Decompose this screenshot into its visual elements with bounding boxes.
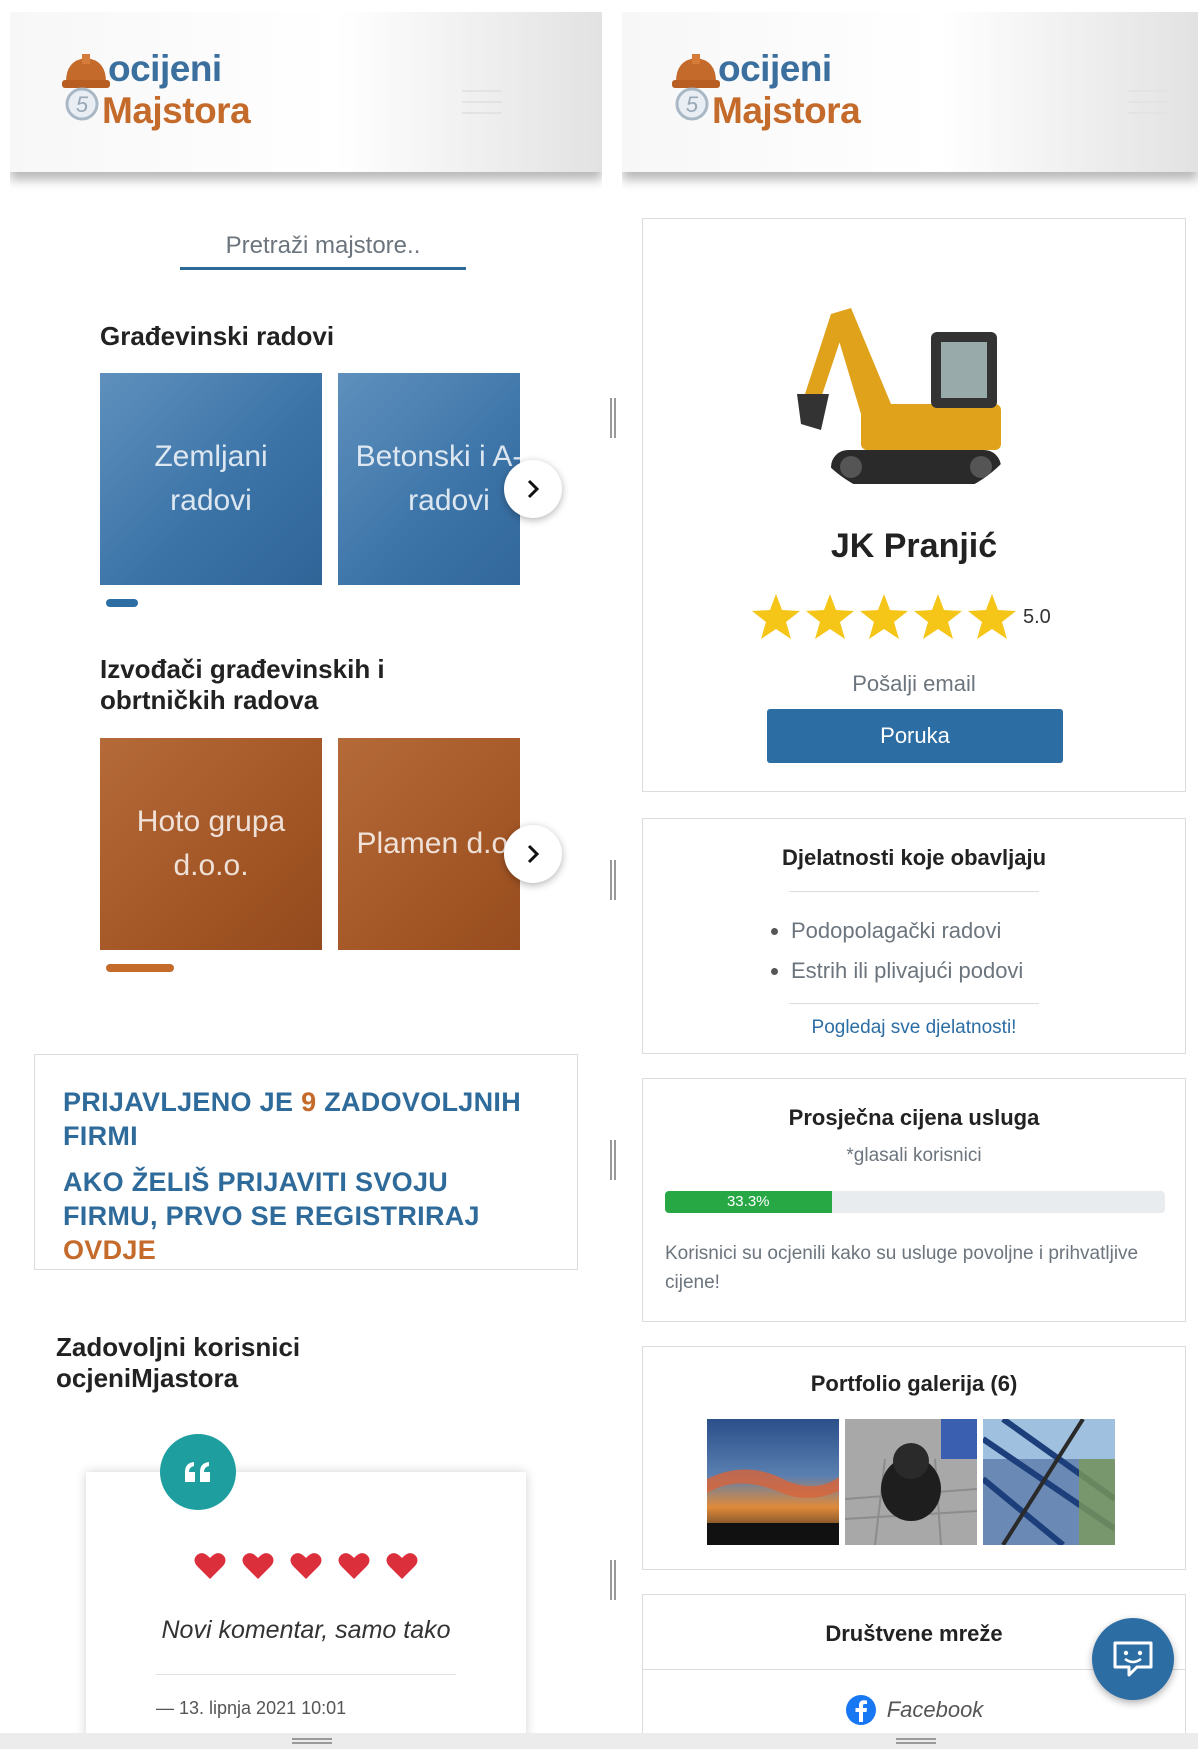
heart-icon <box>194 1553 226 1579</box>
search-input[interactable] <box>180 224 466 270</box>
quote-icon <box>185 1462 210 1482</box>
header: 5 ocijeni Majstora <box>622 12 1198 172</box>
carousel-indicator[interactable] <box>106 599 138 607</box>
chat-bot-icon <box>1113 1641 1153 1677</box>
section-title-gradevinski: Građevinski radovi <box>100 321 335 351</box>
quote-badge <box>160 1434 236 1510</box>
logo[interactable]: 5 ocijeni Majstora <box>58 46 251 136</box>
resize-handle[interactable] <box>610 1560 616 1600</box>
price-progress-bar: 33.3% <box>665 1191 1165 1213</box>
list-item: Podopolagački radovi <box>771 911 1023 951</box>
carousel-next-button[interactable] <box>504 825 562 883</box>
hamburger-menu-icon[interactable] <box>462 90 502 118</box>
facebook-link[interactable]: Facebook <box>887 1697 984 1723</box>
category-card-betonski[interactable]: Betonski i A-B radovi <box>338 373 520 585</box>
portfolio-card: Portfolio galerija (6) <box>642 1346 1186 1570</box>
testimonial-date: — 13. lipnja 2021 10:01 <box>156 1698 347 1718</box>
divider <box>789 1003 1039 1004</box>
star-rating: 5.0 <box>751 589 1051 645</box>
header: 5 ocijeni Majstora <box>10 12 602 172</box>
resize-handle[interactable] <box>896 1738 936 1744</box>
star-icon <box>860 594 908 639</box>
testimonial-comment: Novi komentar, samo tako <box>161 1616 451 1644</box>
divider <box>156 1674 456 1675</box>
registered-count: 9 <box>301 1087 317 1117</box>
price-title: Prosječna cijena usluga <box>788 1105 1040 1130</box>
hamburger-menu-icon[interactable] <box>1128 90 1168 118</box>
resize-handle[interactable] <box>610 860 616 900</box>
heart-icon <box>242 1553 274 1579</box>
excavator-image <box>791 254 1037 500</box>
progress-fill: 33.3% <box>665 1191 832 1213</box>
logo-text-ocijeni: ocijeni <box>108 48 222 89</box>
carousel-indicator[interactable] <box>106 964 174 972</box>
right-phone-view: 5 ocijeni Majstora JK Pranjić 5.0 Pošalj… <box>622 12 1198 1737</box>
satisfied-users-title: Zadovoljni korisnici ocjeniMjastora <box>56 1332 301 1393</box>
heart-icon <box>290 1553 322 1579</box>
average-price-card: Prosječna cijena usluga *glasali korisni… <box>642 1078 1186 1322</box>
carousel-gradevinski: Zemljani radovi Betonski i A-B radovi <box>100 373 520 585</box>
activities-list: Podopolagački radovi Estrih ili plivajuć… <box>771 911 1023 991</box>
registered-count-text: PRIJAVLJENO JE 9 ZADOVOLJNIH FIRMI <box>63 1087 522 1151</box>
portfolio-image[interactable] <box>845 1419 977 1545</box>
logo-badge: 5 <box>76 92 89 117</box>
price-note: Korisnici su ocjenili kako su usluge pov… <box>665 1243 1139 1293</box>
chat-button[interactable] <box>1092 1618 1174 1700</box>
list-item: Estrih ili plivajući podovi <box>771 951 1023 991</box>
logo-text-majstora: Majstora <box>102 90 251 131</box>
activities-title: Djelatnosti koje obavljaju <box>781 845 1047 870</box>
sunset-image <box>707 1419 839 1545</box>
company-card-hoto[interactable]: Hoto grupa d.o.o. <box>100 738 322 950</box>
logo-text-ocijeni: ocijeni <box>718 48 832 89</box>
resize-handle[interactable] <box>610 1140 616 1180</box>
price-subtitle: *glasali korisnici <box>846 1145 982 1166</box>
activities-card: Djelatnosti koje obavljaju Podopolagački… <box>642 818 1186 1054</box>
carousel-izvodaci: Hoto grupa d.o.o. Plamen d.o.o. <box>100 738 520 950</box>
dog-image <box>845 1419 977 1545</box>
structure-image <box>983 1419 1115 1545</box>
company-card-plamen[interactable]: Plamen d.o.o. <box>338 738 520 950</box>
star-icon <box>806 594 854 639</box>
star-icon <box>914 594 962 639</box>
registration-promo: PRIJAVLJENO JE 9 ZADOVOLJNIH FIRMI AKO Ž… <box>34 1054 578 1270</box>
register-prompt-text: AKO ŽELIŠ PRIJAVITI SVOJU FIRMU, PRVO SE… <box>63 1167 480 1265</box>
chevron-right-icon <box>527 479 540 499</box>
logo[interactable]: 5 ocijeni Majstora <box>668 46 861 136</box>
logo-badge: 5 <box>686 92 699 117</box>
rating-value: 5.0 <box>1023 605 1051 628</box>
see-all-activities-link[interactable]: Pogledaj sve djelatnosti! <box>643 1017 1185 1039</box>
resize-handle[interactable] <box>292 1738 332 1744</box>
testimonial-card: Novi komentar, samo tako — 13. lipnja 20… <box>86 1472 526 1737</box>
heart-icon <box>386 1553 418 1579</box>
portfolio-title: Portfolio galerija (6) <box>810 1371 1018 1396</box>
send-email-link[interactable]: Pošalji email <box>643 671 1185 697</box>
portfolio-image[interactable] <box>707 1419 839 1545</box>
message-button[interactable]: Poruka <box>767 709 1063 763</box>
section-title-izvodaci: Izvođači građevinskih i obrtničkih radov… <box>100 654 385 715</box>
register-here-link[interactable]: OVDJE <box>63 1235 156 1265</box>
bottom-bar <box>0 1733 1198 1749</box>
star-icon <box>968 594 1016 639</box>
star-icon <box>752 594 800 639</box>
carousel-next-button[interactable] <box>504 460 562 518</box>
chevron-right-icon <box>527 844 540 864</box>
heart-rating <box>86 1552 526 1585</box>
resize-handle[interactable] <box>610 398 616 438</box>
category-card-zemljani[interactable]: Zemljani radovi <box>100 373 322 585</box>
left-phone-view: 5 ocijeni Majstora Građevinski radovi Ze… <box>10 12 602 1737</box>
logo-text-majstora: Majstora <box>712 90 861 131</box>
portfolio-thumbnails <box>707 1419 1121 1545</box>
facebook-icon[interactable] <box>845 1694 877 1726</box>
profile-card: JK Pranjić 5.0 Pošalji email Poruka <box>642 218 1186 792</box>
portfolio-image[interactable] <box>983 1419 1115 1545</box>
company-name: JK Pranjić <box>830 527 998 565</box>
divider <box>789 891 1039 892</box>
heart-icon <box>338 1553 370 1579</box>
company-photo <box>791 254 1037 500</box>
